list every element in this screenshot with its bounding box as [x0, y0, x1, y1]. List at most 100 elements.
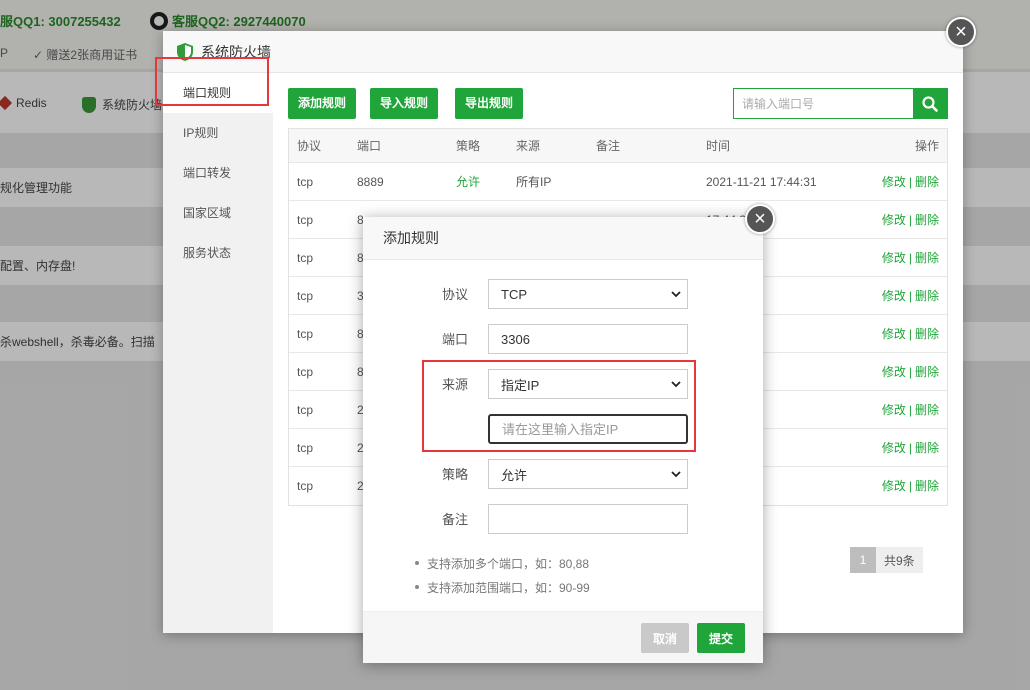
delete-link[interactable]: 删除 [915, 441, 939, 455]
cell-operation: 修改 | 删除 [882, 239, 939, 277]
cancel-button[interactable]: 取消 [641, 623, 689, 653]
table-row: tcp 8889 允许 所有IP 2021-11-21 17:44:31 修改 | 删除 [289, 163, 947, 201]
delete-link[interactable]: 删除 [915, 327, 939, 341]
header-time: 时间 [706, 139, 731, 153]
protocol-select[interactable]: TCP [488, 279, 688, 309]
port-search [733, 88, 948, 119]
edit-link[interactable]: 修改 [882, 479, 906, 493]
header-policy: 策略 [456, 139, 481, 153]
chevron-down-icon [671, 470, 681, 477]
cell-operation: 修改 | 删除 [882, 429, 939, 467]
dialog-close-icon[interactable]: × [745, 204, 775, 234]
delete-link[interactable]: 删除 [915, 289, 939, 303]
pagination: 1 共9条 [850, 547, 923, 573]
cell-protocol: tcp [297, 175, 314, 189]
cell-policy: 允许 [456, 175, 481, 189]
port-search-input[interactable] [734, 89, 913, 118]
note-input[interactable] [488, 504, 688, 534]
tip-text: 支持添加多个端口，如：80,88 [427, 556, 590, 571]
tip-item: 支持添加多个端口，如：80,88 [415, 551, 590, 575]
tip-text: 支持添加范围端口，如：90-99 [427, 580, 590, 595]
delete-link[interactable]: 删除 [915, 479, 939, 493]
firewall-title-bar: 系统防火墙 [163, 31, 963, 73]
header-port: 端口 [357, 139, 382, 153]
op-separator: | [908, 403, 912, 417]
port-input[interactable] [488, 324, 688, 354]
page-total: 共9条 [876, 547, 923, 573]
op-separator: | [908, 441, 912, 455]
dialog-title: 添加规则 [363, 217, 763, 260]
edit-link[interactable]: 修改 [882, 175, 906, 189]
table-header: 协议 端口 策略 来源 备注 时间 操作 [289, 129, 947, 163]
policy-select[interactable]: 允许 [488, 459, 688, 489]
search-button[interactable] [913, 89, 947, 118]
sidebar-item-region[interactable]: 国家区域 [163, 193, 273, 233]
header-operation: 操作 [914, 139, 939, 153]
cell-operation: 修改 | 删除 [882, 277, 939, 315]
policy-label: 策略 [441, 467, 468, 482]
highlight-box-port-rules [155, 57, 269, 106]
policy-value: 允许 [501, 467, 528, 483]
edit-link[interactable]: 修改 [882, 403, 906, 417]
firewall-close-icon[interactable]: × [946, 17, 976, 47]
export-rule-button[interactable]: 导出规则 [455, 88, 524, 119]
cell-protocol: tcp [297, 441, 314, 455]
cell-operation: 修改 | 删除 [882, 163, 939, 201]
cell-protocol: tcp [297, 365, 314, 379]
cell-protocol: tcp [297, 251, 314, 265]
edit-link[interactable]: 修改 [882, 365, 906, 379]
op-separator: | [908, 213, 912, 227]
page-current[interactable]: 1 [850, 547, 876, 573]
delete-link[interactable]: 删除 [915, 175, 939, 189]
bullet-icon [415, 585, 419, 589]
op-separator: | [908, 479, 912, 493]
cell-time: 2021-11-21 17:44:31 [706, 175, 817, 189]
header-note: 备注 [596, 139, 621, 153]
sidebar-item-service-status[interactable]: 服务状态 [163, 233, 273, 273]
edit-link[interactable]: 修改 [882, 327, 906, 341]
op-separator: | [908, 365, 912, 379]
tips-list: 支持添加多个端口，如：80,88 支持添加范围端口，如：90-99 [415, 551, 590, 599]
delete-link[interactable]: 删除 [915, 213, 939, 227]
cell-protocol: tcp [297, 403, 314, 417]
cell-operation: 修改 | 删除 [882, 391, 939, 429]
bullet-icon [415, 561, 419, 565]
sidebar-item-ip-rules[interactable]: IP规则 [163, 113, 273, 153]
op-separator: | [908, 289, 912, 303]
submit-button[interactable]: 提交 [697, 623, 745, 653]
delete-link[interactable]: 删除 [915, 251, 939, 265]
op-separator: | [908, 175, 912, 189]
delete-link[interactable]: 删除 [915, 365, 939, 379]
cell-protocol: tcp [297, 289, 314, 303]
op-separator: | [908, 327, 912, 341]
edit-link[interactable]: 修改 [882, 251, 906, 265]
dialog-footer: 取消 提交 [363, 611, 763, 663]
protocol-value: TCP [501, 286, 527, 302]
delete-link[interactable]: 删除 [915, 403, 939, 417]
import-rule-button[interactable]: 导入规则 [370, 88, 439, 119]
op-separator: | [908, 251, 912, 265]
cell-operation: 修改 | 删除 [882, 315, 939, 353]
cell-protocol: tcp [297, 213, 314, 227]
tip-item: 支持添加范围端口，如：90-99 [415, 575, 590, 599]
cell-source: 所有IP [516, 175, 552, 189]
header-protocol: 协议 [297, 139, 322, 153]
chevron-down-icon [671, 290, 681, 297]
edit-link[interactable]: 修改 [882, 213, 906, 227]
note-label: 备注 [441, 512, 468, 527]
edit-link[interactable]: 修改 [882, 289, 906, 303]
cell-operation: 修改 | 删除 [882, 201, 939, 239]
cell-protocol: tcp [297, 479, 314, 493]
header-source: 来源 [516, 139, 541, 153]
cell-protocol: tcp [297, 327, 314, 341]
search-icon [922, 95, 938, 112]
highlight-box-source [422, 360, 696, 452]
cell-operation: 修改 | 删除 [882, 353, 939, 391]
port-label: 端口 [441, 332, 468, 347]
cell-operation: 修改 | 删除 [882, 467, 939, 505]
sidebar-item-port-forward[interactable]: 端口转发 [163, 153, 273, 193]
protocol-label: 协议 [441, 287, 468, 302]
add-rule-button[interactable]: 添加规则 [288, 88, 357, 119]
cell-port: 8889 [357, 175, 384, 189]
edit-link[interactable]: 修改 [882, 441, 906, 455]
